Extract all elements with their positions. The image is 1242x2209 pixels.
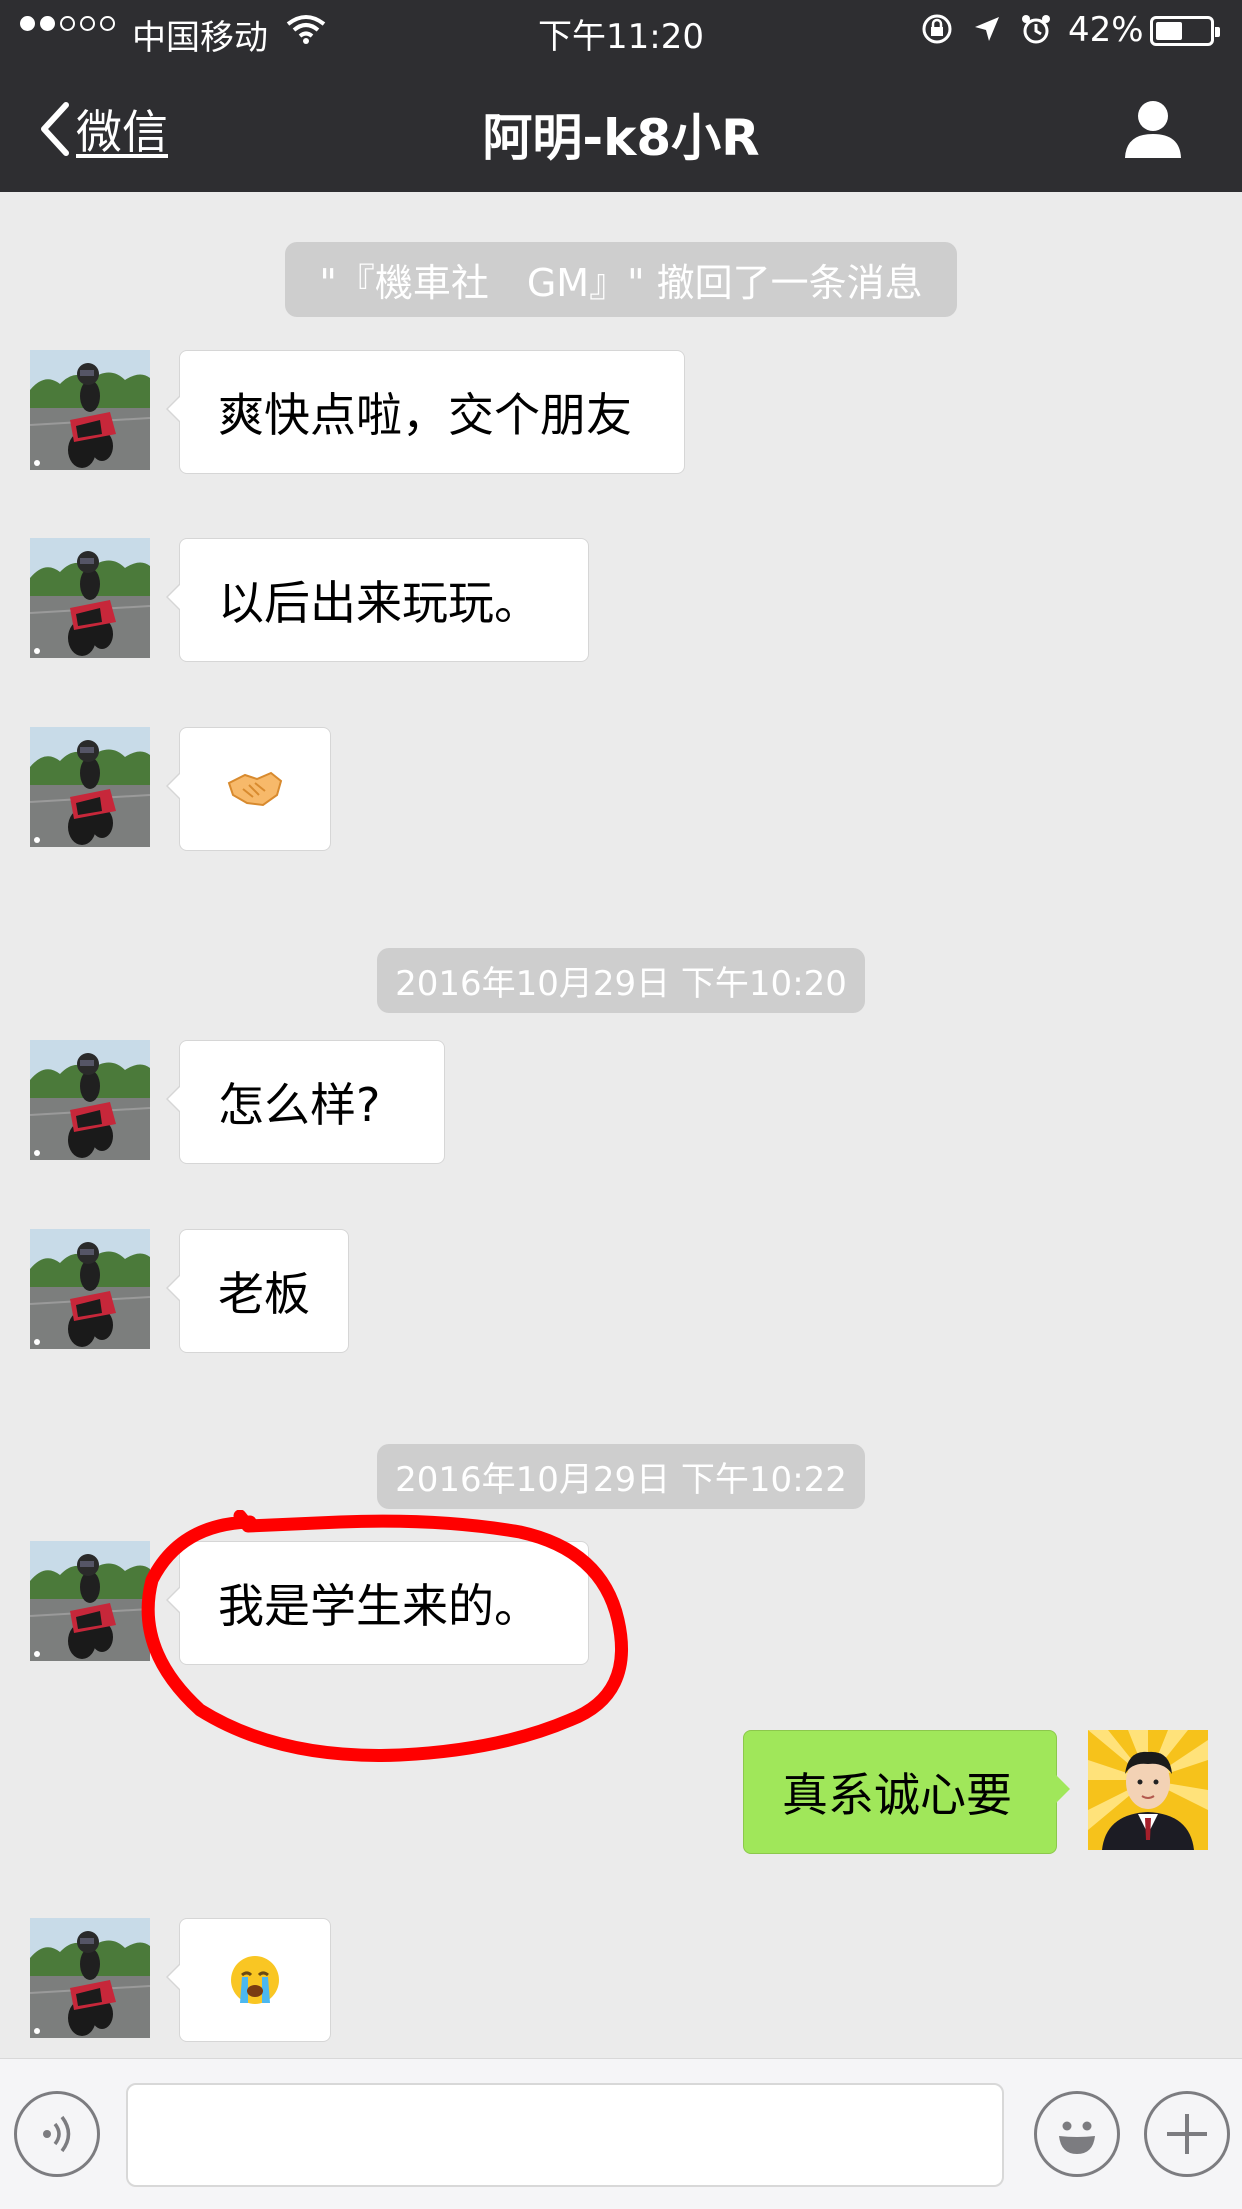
more-button[interactable] — [1144, 2091, 1230, 2177]
status-time: 下午11:20 — [538, 17, 704, 57]
chat-title: 阿明-k8小R — [482, 109, 760, 167]
contact-avatar[interactable] — [30, 727, 150, 847]
smiley-icon — [1059, 2121, 1095, 2154]
profile-icon[interactable] — [1122, 98, 1184, 160]
contact-avatar[interactable] — [30, 350, 150, 470]
status-bar: 中国移动 下午11:20 42% — [0, 0, 1242, 62]
location-icon — [975, 17, 999, 41]
message-bubble-incoming[interactable]: 以后出来玩玩。 — [166, 538, 589, 662]
emoji-button[interactable] — [1034, 2091, 1120, 2177]
contact-avatar[interactable] — [30, 1229, 150, 1349]
contact-avatar[interactable] — [30, 1040, 150, 1160]
alarm-icon — [1022, 15, 1050, 44]
message-bubble-incoming[interactable]: 老板 — [166, 1229, 349, 1353]
timestamp: 2016年10月29日 下午10:20 — [0, 948, 1242, 1013]
message-input[interactable] — [126, 2083, 1004, 2187]
recall-notice: "『機車社 GM』" 撤回了一条消息 — [0, 242, 1242, 317]
message-bubble-outgoing[interactable]: 真系诚心要 — [743, 1730, 1070, 1854]
message-bubble-incoming[interactable]: 我是学生来的。 — [166, 1541, 589, 1665]
message-bubble-incoming[interactable] — [166, 727, 331, 851]
timestamp: 2016年10月29日 下午10:22 — [0, 1444, 1242, 1509]
crying-emoji-icon — [231, 1956, 279, 2004]
rotation-lock-icon — [922, 14, 952, 44]
contact-avatar[interactable] — [30, 538, 150, 658]
message-bubble-incoming[interactable] — [166, 1918, 331, 2042]
message-bubble-incoming[interactable]: 怎么样? — [166, 1040, 445, 1164]
battery-percent: 42% — [1068, 10, 1144, 50]
top-bar: 中国移动 下午11:20 42% 微信 阿明-k8小R — [0, 0, 1242, 192]
contact-avatar[interactable] — [30, 1918, 150, 2038]
message-bubble-incoming[interactable]: 爽快点啦，交个朋友 — [166, 350, 685, 474]
my-avatar[interactable] — [1088, 1730, 1208, 1850]
voice-icon — [43, 2115, 71, 2153]
plus-icon — [1167, 2114, 1207, 2154]
contact-avatar[interactable] — [30, 1541, 150, 1661]
battery-icon — [1150, 16, 1220, 46]
voice-button[interactable] — [14, 2091, 100, 2177]
input-bar — [0, 2058, 1242, 2209]
handshake-emoji-icon — [227, 771, 283, 807]
